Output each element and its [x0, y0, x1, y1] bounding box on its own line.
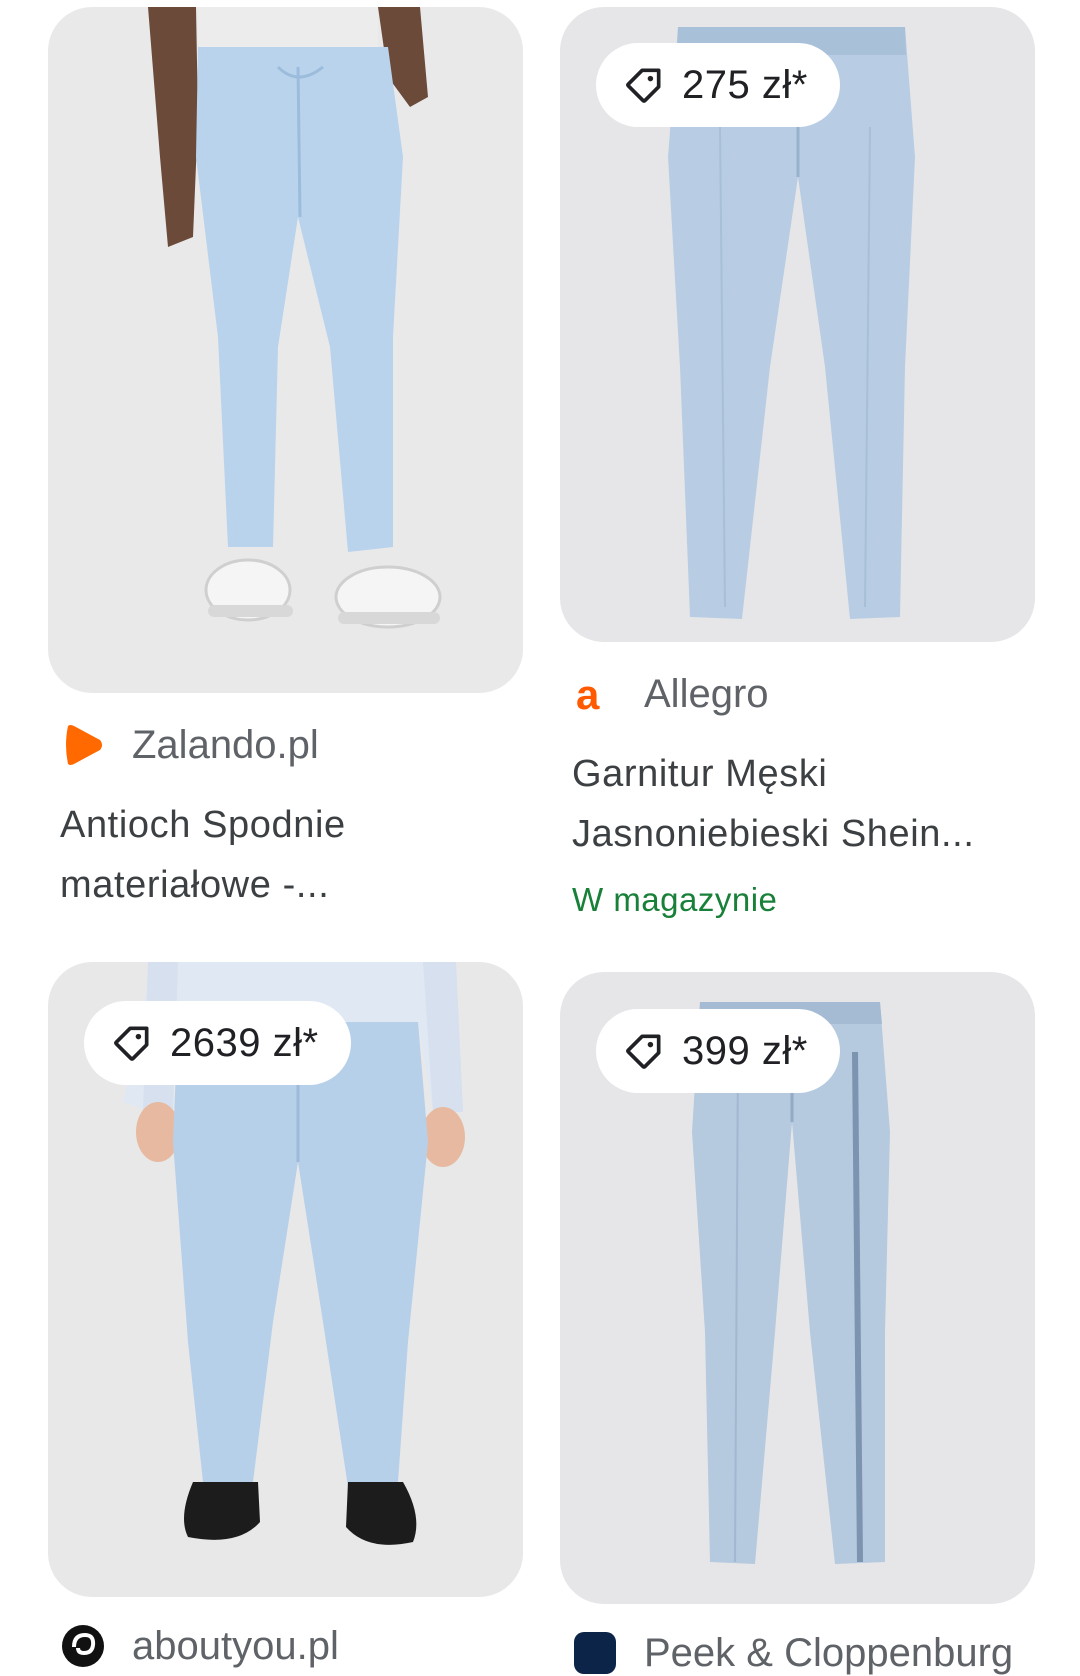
trousers-photo-1	[148, 7, 442, 629]
product-title-line: Antioch Spodnie	[60, 804, 346, 846]
product-title-line: Garnitur Męski	[572, 753, 828, 795]
source-name: aboutyou.pl	[132, 1623, 339, 1668]
price-text: 275 zł*	[682, 62, 808, 107]
price-tag-icon	[110, 1021, 154, 1065]
source-name: Peek & Cloppenburg	[644, 1630, 1014, 1675]
source-name: Zalando.pl	[132, 722, 319, 767]
aboutyou-logo-icon	[60, 1623, 106, 1669]
product-title-line: materiałowe -...	[60, 864, 330, 906]
price-badge-4: 399 zł*	[596, 1009, 840, 1093]
product-source-4[interactable]: Peek & Cloppenburg	[572, 1630, 1013, 1676]
price-badge-2: 275 zł*	[596, 43, 840, 127]
zalando-logo-icon	[60, 722, 106, 768]
allegro-logo-icon: a	[572, 671, 618, 717]
svg-text:a: a	[576, 671, 600, 717]
product-source-3[interactable]: aboutyou.pl	[60, 1623, 339, 1669]
store-logo-icon	[572, 1630, 618, 1676]
product-source-2[interactable]: a Allegro	[572, 671, 769, 717]
price-badge-3: 2639 zł*	[84, 1001, 351, 1085]
product-title-2[interactable]: Garnitur Męski Jasnoniebieski Shein...	[572, 744, 1052, 864]
stock-status: W magazynie	[572, 881, 778, 918]
price-text: 2639 zł*	[170, 1020, 319, 1065]
product-source-1[interactable]: Zalando.pl	[60, 722, 319, 768]
product-image-1[interactable]	[48, 7, 523, 693]
source-name: Allegro	[644, 671, 769, 716]
price-tag-icon	[622, 63, 666, 107]
product-title-line: Jasnoniebieski Shein...	[572, 813, 975, 855]
price-text: 399 zł*	[682, 1028, 808, 1073]
product-title-1[interactable]: Antioch Spodnie materiałowe -...	[60, 795, 520, 915]
price-tag-icon	[622, 1029, 666, 1073]
